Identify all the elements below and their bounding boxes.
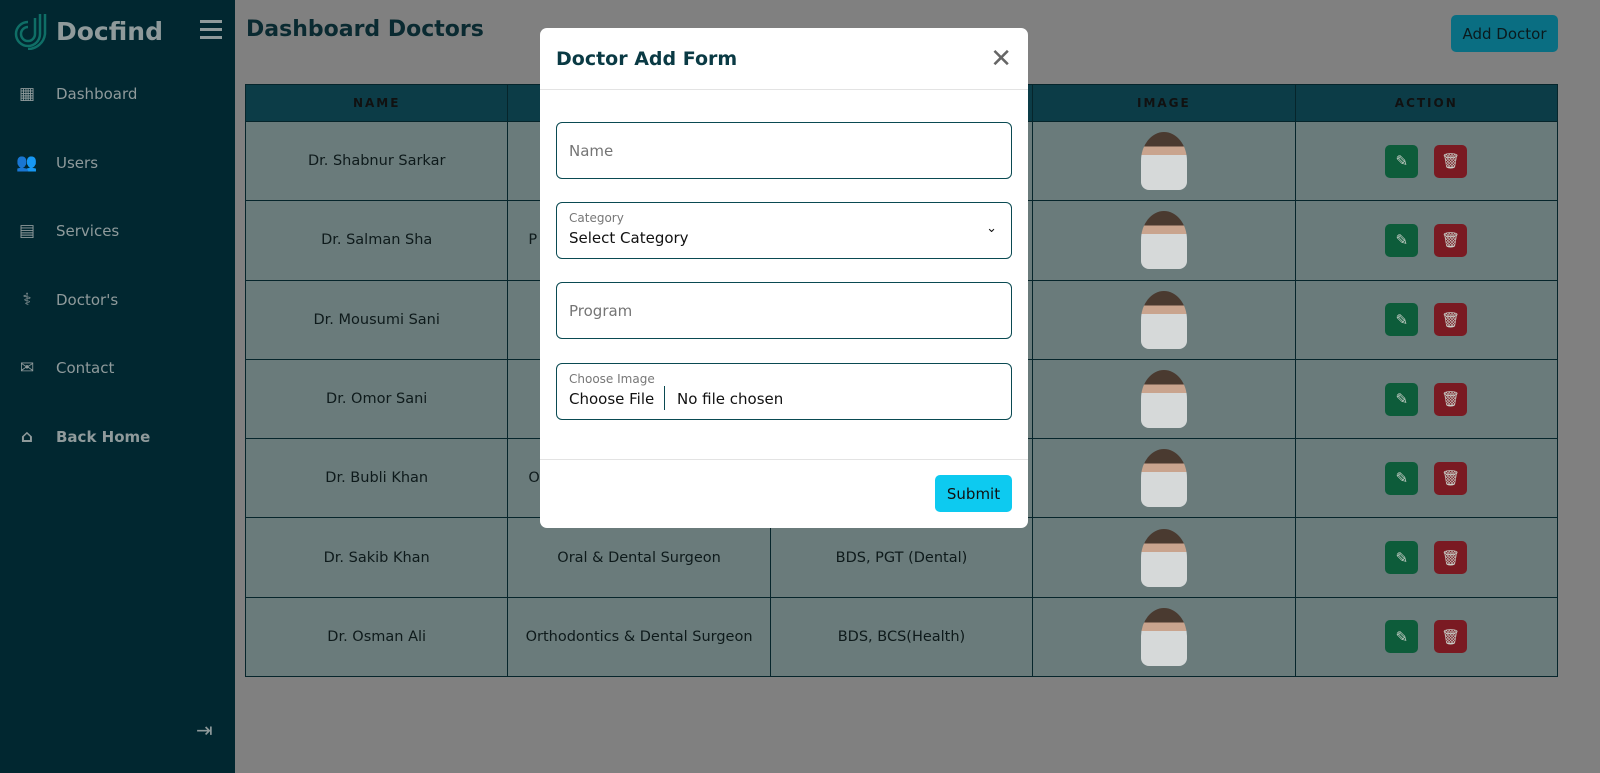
trash-icon: 🗑 <box>1441 628 1461 646</box>
envelope-icon: ✉ <box>19 358 35 378</box>
doctor-add-modal: Doctor Add Form ✕ Category Select Catego… <box>540 28 1028 528</box>
doctor-category: Oral & Dental Surgeon <box>507 517 771 598</box>
close-icon[interactable]: ✕ <box>990 43 1012 74</box>
page-title: Dashboard Doctors <box>246 17 484 42</box>
stethoscope-icon: ⚕ <box>22 290 32 310</box>
table-row: Dr. Sakib Khan Oral & Dental Surgeon BDS… <box>244 517 1559 598</box>
trash-icon: 🗑 <box>1441 311 1461 329</box>
submit-button[interactable]: Submit <box>935 475 1012 512</box>
sidebar-item-doctors[interactable]: ⚕ Doctor's <box>16 290 118 310</box>
trash-icon: 🗑 <box>1441 549 1461 567</box>
doctor-photo <box>1140 211 1187 270</box>
doctor-name: Dr. Sakib Khan <box>244 517 509 598</box>
doctor-photo <box>1140 132 1187 191</box>
sidebar-item-users[interactable]: 👥 Users <box>16 153 98 173</box>
edit-button[interactable]: ✎ <box>1385 541 1419 575</box>
edit-icon: ✎ <box>1395 470 1409 488</box>
home-icon: ⌂ <box>20 427 34 447</box>
trash-icon: 🗑 <box>1441 470 1461 488</box>
delete-button[interactable]: 🗑 <box>1434 144 1468 178</box>
doctor-photo <box>1140 528 1187 587</box>
edit-icon: ✎ <box>1395 391 1409 409</box>
image-file-input[interactable]: Choose Image Choose File No file chosen <box>556 363 1012 420</box>
trash-icon: 🗑 <box>1441 391 1461 409</box>
doctor-name: Dr. Mousumi Sani <box>244 279 509 360</box>
brand-name: Docfind <box>56 16 163 46</box>
edit-icon: ✎ <box>1395 232 1409 250</box>
column-header: NAME <box>244 84 509 122</box>
doctor-photo <box>1140 449 1187 508</box>
docfind-logo-icon <box>14 14 47 50</box>
delete-button[interactable]: 🗑 <box>1434 461 1468 495</box>
program-input[interactable] <box>556 282 1012 339</box>
users-icon: 👥 <box>16 153 38 173</box>
doctor-photo <box>1140 607 1187 666</box>
logout-icon[interactable]: ⇥ <box>196 718 213 742</box>
category-select[interactable]: Category Select Category ⌄ <box>556 202 1012 259</box>
chevron-down-icon: ⌄ <box>986 221 997 236</box>
edit-button[interactable]: ✎ <box>1385 620 1419 654</box>
edit-button[interactable]: ✎ <box>1385 303 1419 337</box>
no-file-text: No file chosen <box>677 390 784 408</box>
doctor-name: Dr. Bubli Khan <box>244 438 509 519</box>
delete-button[interactable]: 🗑 <box>1434 541 1468 575</box>
doctor-category: Orthodontics & Dental Surgeon <box>507 596 771 678</box>
doctor-name: Dr. Osman Ali <box>244 596 509 678</box>
sidebar: Docfind ▦ Dashboard 👥 Users ▤ Services ⚕ Doc… <box>0 0 235 773</box>
delete-button[interactable]: 🗑 <box>1434 382 1468 416</box>
doctor-name: Dr. Shabnur Sarkar <box>244 120 509 202</box>
sidebar-item-back-home[interactable]: ⌂ Back Home <box>16 427 150 447</box>
edit-icon: ✎ <box>1395 153 1409 171</box>
add-doctor-button[interactable]: Add Doctor <box>1451 15 1558 52</box>
edit-button[interactable]: ✎ <box>1385 382 1419 416</box>
doctor-photo <box>1140 370 1187 429</box>
edit-button[interactable]: ✎ <box>1385 461 1419 495</box>
edit-icon: ✎ <box>1395 628 1409 646</box>
name-input[interactable] <box>556 122 1012 179</box>
choose-file-button[interactable]: Choose File <box>569 386 666 410</box>
column-header: IMAGE <box>1032 84 1296 122</box>
doctor-program: BDS, PGT (Dental) <box>769 517 1034 598</box>
trash-icon: 🗑 <box>1441 232 1461 250</box>
column-header: ACTION <box>1294 84 1559 122</box>
modal-title: Doctor Add Form <box>556 47 738 70</box>
sidebar-item-services[interactable]: ▤ Services <box>16 221 119 241</box>
table-row: Dr. Osman Ali Orthodontics & Dental Surg… <box>244 596 1559 678</box>
edit-button[interactable]: ✎ <box>1385 223 1419 257</box>
delete-button[interactable]: 🗑 <box>1434 620 1468 654</box>
doctor-name: Dr. Omor Sani <box>244 358 509 440</box>
doctor-program: BDS, BCS(Health) <box>769 596 1034 678</box>
edit-icon: ✎ <box>1395 311 1409 329</box>
sidebar-item-contact[interactable]: ✉ Contact <box>16 358 114 378</box>
edit-icon: ✎ <box>1395 549 1409 567</box>
sidebar-item-dashboard[interactable]: ▦ Dashboard <box>16 84 137 104</box>
doctor-name: Dr. Salman Sha <box>244 200 509 281</box>
server-icon: ▤ <box>18 221 36 241</box>
trash-icon: 🗑 <box>1441 153 1461 171</box>
logo[interactable]: Docfind <box>14 12 163 50</box>
menu-toggle-icon[interactable] <box>200 20 222 44</box>
delete-button[interactable]: 🗑 <box>1434 223 1468 257</box>
edit-button[interactable]: ✎ <box>1385 144 1419 178</box>
delete-button[interactable]: 🗑 <box>1434 303 1468 337</box>
grid-icon: ▦ <box>18 84 36 104</box>
doctor-photo <box>1140 290 1187 349</box>
